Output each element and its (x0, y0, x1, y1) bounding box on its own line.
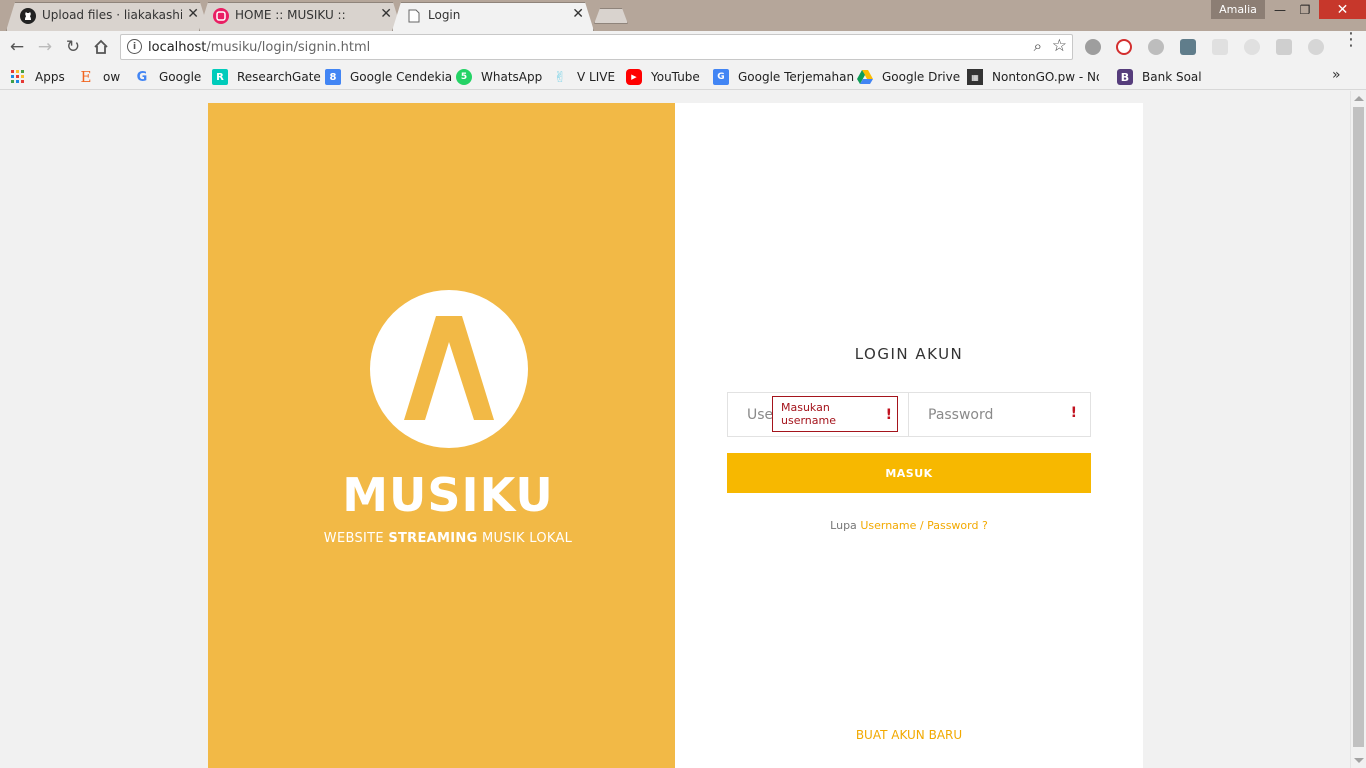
create-account-link[interactable]: BUAT AKUN BARU (675, 728, 1143, 742)
page-scrollbar[interactable] (1350, 91, 1366, 768)
tab-label: Login (428, 8, 461, 22)
forgot-credentials-link[interactable]: Username / Password ? (860, 519, 988, 532)
musiku-icon (213, 8, 229, 24)
info-icon[interactable]: i (127, 39, 142, 54)
warning-icon: ! (885, 407, 892, 423)
password-input[interactable] (909, 393, 1090, 436)
address-bar[interactable]: i localhost/musiku/login/signin.html ⌕ ☆ (120, 34, 1073, 60)
google-icon: G (136, 69, 148, 85)
brand-panel: MUSIKU WEBSITE STREAMING MUSIK LOKAL (208, 103, 675, 768)
bookmark-whatsapp[interactable]: 5 WhatsApp (456, 68, 542, 86)
url-text[interactable]: localhost/musiku/login/signin.html (148, 40, 370, 55)
password-field[interactable]: ! (908, 392, 1091, 437)
close-icon[interactable]: ✕ (572, 6, 584, 22)
vlive-icon: ✌ (553, 68, 567, 86)
home-icon[interactable] (90, 36, 112, 58)
bookmark-google[interactable]: G Google (134, 68, 202, 86)
tab-strip: Upload files · liakakashi/A ✕ HOME :: MU… (0, 0, 1366, 31)
drive-icon (857, 69, 873, 85)
browser-toolbar: ← → ↻ i localhost/musiku/login/signin.ht… (0, 31, 1366, 63)
tab-home-musiku[interactable]: HOME :: MUSIKU :: ✕ (199, 2, 402, 31)
menu-dots-icon[interactable]: ⋮ (1342, 31, 1360, 49)
bookmark-google-drive[interactable]: Google Drive (857, 68, 960, 86)
extension-pdf-icon[interactable] (1276, 39, 1292, 55)
researchgate-icon: R (212, 69, 228, 85)
extension-edit-icon[interactable] (1180, 39, 1196, 55)
bookmark-apps[interactable]: Apps (10, 68, 65, 86)
login-submit-button[interactable]: MASUK (727, 453, 1091, 493)
etsy-icon: E (80, 68, 92, 86)
close-icon[interactable]: ✕ (380, 6, 392, 22)
zoom-icon[interactable]: ⌕ (1034, 37, 1042, 55)
bookmark-bank-soal[interactable]: B Bank Soal (1117, 68, 1202, 86)
extension-shield-icon[interactable] (1085, 39, 1101, 55)
login-title: LOGIN AKUN (854, 345, 964, 363)
extension-puzzle-icon[interactable] (1244, 39, 1260, 55)
tab-label: HOME :: MUSIKU :: (235, 8, 346, 22)
scrollbar-thumb[interactable] (1353, 107, 1364, 747)
forgot-credentials: Lupa Username / Password ? (830, 519, 988, 532)
brand-tagline: WEBSITE STREAMING MUSIK LOKAL (323, 531, 573, 546)
window-close-icon[interactable]: ✕ (1319, 0, 1366, 19)
bookmarks-bar: Apps E ow G Google R ResearchGate 8 Goog… (0, 63, 1366, 90)
extension-folder-icon[interactable] (1212, 39, 1228, 55)
minimize-icon[interactable]: — (1266, 0, 1294, 19)
youtube-icon: ▶ (626, 69, 642, 85)
bootstrap-icon: B (1117, 69, 1133, 85)
close-icon[interactable]: ✕ (187, 6, 199, 22)
tab-upload-files[interactable]: Upload files · liakakashi/A ✕ (6, 2, 209, 31)
bookmark-nontongo[interactable]: ▦ NontonGO.pw - Non (967, 68, 1099, 86)
bookmark-youtube[interactable]: ▶ YouTube (626, 68, 700, 86)
reload-icon[interactable]: ↻ (62, 36, 84, 58)
bookmark-vlive[interactable]: ✌ V LIVE (552, 68, 615, 86)
scholar-icon: 8 (325, 69, 341, 85)
bookmark-google-terjemahan[interactable]: G Google Terjemahan (713, 68, 854, 86)
bookmark-researchgate[interactable]: R ResearchGate (212, 68, 321, 86)
translate-icon: G (713, 69, 729, 85)
more-bookmarks-icon[interactable]: » (1332, 67, 1341, 83)
tab-login[interactable]: Login ✕ (392, 2, 594, 31)
back-icon[interactable]: ← (6, 36, 28, 58)
bookmark-etsy[interactable]: E ow (78, 68, 121, 86)
whatsapp-icon: 5 (456, 69, 472, 85)
bookmark-google-cendekia[interactable]: 8 Google Cendekia (325, 68, 452, 86)
profile-user-chip[interactable]: Amalia (1211, 0, 1265, 19)
bookmark-star-icon[interactable]: ☆ (1052, 36, 1067, 56)
login-panel: LOGIN AKUN ! Masukan username ! MASUK Lu… (675, 103, 1143, 768)
scroll-up-icon[interactable] (1354, 96, 1364, 101)
extension-cloud-icon[interactable] (1148, 39, 1164, 55)
tab-label: Upload files · liakakashi/A (42, 8, 182, 22)
film-icon: ▦ (967, 69, 983, 85)
new-tab-button[interactable] (594, 8, 628, 24)
github-icon (20, 8, 36, 24)
apps-grid-icon (10, 69, 26, 85)
restore-icon[interactable]: ❐ (1291, 0, 1319, 19)
scroll-down-icon[interactable] (1354, 758, 1364, 763)
validation-tooltip: Masukan username ! (772, 396, 898, 432)
warning-icon: ! (1070, 405, 1077, 421)
extension-mp3-icon[interactable] (1116, 39, 1132, 55)
musiku-logo-icon (370, 290, 528, 448)
forward-icon[interactable]: → (34, 36, 56, 58)
extension-globe-icon[interactable] (1308, 39, 1324, 55)
page-icon (406, 8, 422, 24)
brand-name: MUSIKU (342, 468, 554, 522)
